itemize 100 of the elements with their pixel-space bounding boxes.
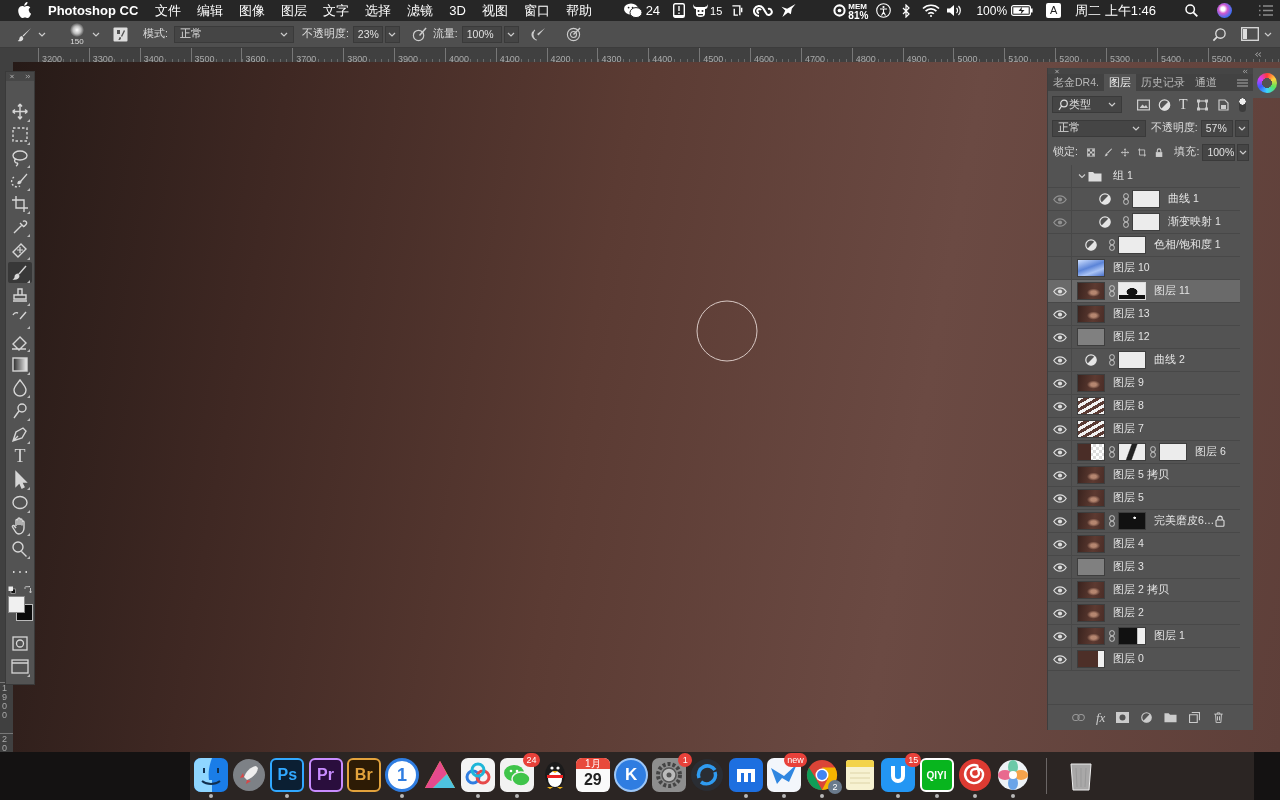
layer-row[interactable]: 色相/饱和度 1 [1048,234,1240,257]
battery-icon[interactable] [1011,5,1034,16]
list-icon[interactable] [1258,4,1274,17]
swap-arrows-icon[interactable] [24,586,32,594]
move-arrows-icon[interactable] [1121,146,1130,158]
layer-mask-thumbnail[interactable] [1132,213,1160,231]
u-shape-app-icon[interactable] [881,758,916,792]
shape-frame-icon[interactable] [1195,98,1209,111]
layer-mask-thumbnail[interactable] [1159,443,1187,461]
pen-pressure-icon[interactable] [411,26,427,42]
close-icon[interactable] [9,74,15,79]
chain-link-icon[interactable] [1109,239,1115,251]
menu-item[interactable]: 图像 [239,1,266,20]
chain-link-icon[interactable] [1109,446,1115,458]
layer-opacity-field[interactable]: 57% [1200,119,1233,137]
chat-bubbles-icon[interactable] [623,3,642,18]
chain-link-icon[interactable] [1109,354,1115,366]
app-menu[interactable]: Photoshop CC [48,3,139,18]
mode-dropdown[interactable]: 正常 [173,25,294,43]
bull-head-icon[interactable] [692,3,710,18]
folder-icon[interactable] [1164,712,1178,723]
panel-tab[interactable]: 历史记录 [1135,74,1190,91]
target-icon[interactable] [565,26,581,42]
menu-item[interactable]: 滤镜 [407,1,434,20]
layer-mask-thumbnail[interactable] [1118,351,1146,369]
clock-text[interactable]: 周二 上午1:46 [1075,1,1156,20]
layer-mask-thumbnail[interactable] [1132,190,1160,208]
layer-mask-thumbnail[interactable] [1118,512,1146,530]
gear-app-icon[interactable] [652,758,687,792]
app-tile[interactable]: 1 [384,758,419,792]
document-icon[interactable] [1216,98,1230,111]
layer-row[interactable]: 曲线 2 [1048,349,1240,372]
collapse-icon[interactable] [1254,52,1262,57]
brush-icon[interactable] [17,26,32,42]
gauge-icon[interactable] [833,4,847,17]
flower-app-icon[interactable] [995,758,1030,792]
accessibility-icon[interactable] [876,3,892,18]
layer-row[interactable]: 图层 2 [1048,602,1240,625]
layer-mask-thumbnail[interactable] [1118,236,1146,254]
default-colors-icon[interactable] [8,586,16,594]
flow-field[interactable]: 100% [461,25,502,43]
collapse-icon[interactable] [1242,68,1248,74]
app-tile[interactable]: Br [346,758,381,792]
brush-panel-icon[interactable] [113,26,128,42]
close-icon[interactable] [1054,68,1060,74]
expand-icon[interactable] [25,74,31,79]
opacity-dropdown-button[interactable] [384,25,400,43]
chain-link-icon[interactable] [1150,446,1156,458]
screen-mode-icon[interactable] [8,656,32,677]
layer-row[interactable]: 组 1 [1048,165,1240,188]
filter-dropdown[interactable]: 类型 [1052,96,1122,113]
layer-mask-thumbnail[interactable] [1118,627,1146,645]
checker-icon[interactable] [1086,146,1096,158]
menu-item[interactable]: 文件 [155,1,182,20]
new-layer-icon[interactable] [1188,712,1202,723]
search-icon[interactable] [1185,4,1198,17]
brush-tool-icon[interactable] [8,262,32,283]
chain-link-icon[interactable] [1109,285,1115,297]
layer-row[interactable]: 曲线 1 [1048,188,1240,211]
swirl-disc-app-icon[interactable] [957,758,992,792]
menu-item[interactable]: 编辑 [197,1,224,20]
layer-row[interactable]: 图层 12 [1048,326,1240,349]
foreground-color-swatch[interactable] [8,596,25,613]
chain-link-icon[interactable] [1123,216,1129,228]
color-wheel-icon[interactable] [1256,73,1277,93]
panel-tab[interactable]: 通道 [1189,74,1222,91]
rocket-app-icon[interactable] [232,758,267,792]
chain-link-icon[interactable] [1109,630,1115,642]
caret-icon[interactable] [38,31,46,37]
layer-row[interactable]: 图层 1 [1048,625,1240,648]
type-tool-button[interactable]: T [8,446,32,467]
menu-item[interactable]: 帮助 [565,1,592,20]
menu-item[interactable]: 图层 [281,1,308,20]
link-icon[interactable] [1072,712,1085,723]
layer-row[interactable]: 图层 5 [1048,487,1240,510]
split-face-app-icon[interactable] [194,758,228,792]
chain-link-icon[interactable] [1123,193,1129,205]
filter-toggle[interactable] [1239,97,1246,112]
loops-icon[interactable] [753,3,774,18]
brush-tip-icon[interactable] [70,22,84,37]
wifi-icon[interactable] [922,4,941,17]
folded-shape-app-icon[interactable] [728,758,763,792]
caret-icon[interactable] [92,31,100,37]
app-tile[interactable]: K [614,758,649,792]
layer-row[interactable]: 图层 3 [1048,556,1240,579]
menu-item[interactable]: 选择 [365,1,392,20]
apple-logo-icon[interactable] [17,1,31,18]
cloud-rings-app-icon[interactable] [461,758,496,792]
menu-item[interactable]: 视图 [481,1,508,20]
menu-item[interactable]: 3D [449,3,466,18]
opacity-dropdown-button[interactable] [1234,119,1249,137]
caret-icon[interactable] [1078,172,1086,180]
menu-item[interactable]: 文字 [323,1,350,20]
swirl-app-icon[interactable] [690,758,725,792]
image-icon[interactable] [1137,98,1150,111]
layer-row[interactable]: 图层 2 拷贝 [1048,579,1240,602]
opacity-field[interactable]: 23% [352,25,383,43]
airbrush-icon[interactable] [530,26,546,42]
hook-glyph-icon[interactable] [731,4,745,17]
layer-row[interactable]: 图层 11 [1048,280,1240,303]
